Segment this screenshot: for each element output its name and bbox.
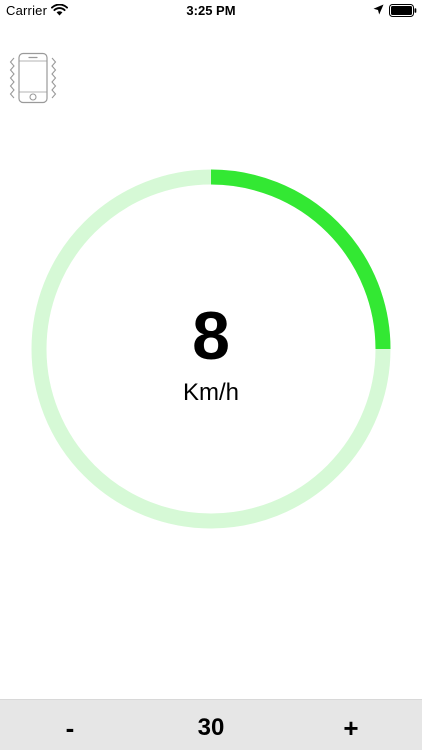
- decrease-limit-button[interactable]: -: [45, 708, 95, 748]
- battery-icon: [389, 4, 417, 17]
- speed-value: 8: [192, 298, 230, 374]
- status-bar: Carrier 3:25 PM: [0, 0, 422, 22]
- speed-limit-bar: - 30 +: [0, 699, 422, 750]
- vibrating-phone-icon[interactable]: [8, 52, 58, 104]
- speed-unit-label: Km/h: [182, 379, 239, 406]
- speed-limit-value: 30: [197, 714, 225, 741]
- clock-time: 3:25 PM: [186, 3, 236, 18]
- increase-limit-button[interactable]: +: [326, 708, 376, 748]
- location-arrow-icon: [373, 4, 384, 15]
